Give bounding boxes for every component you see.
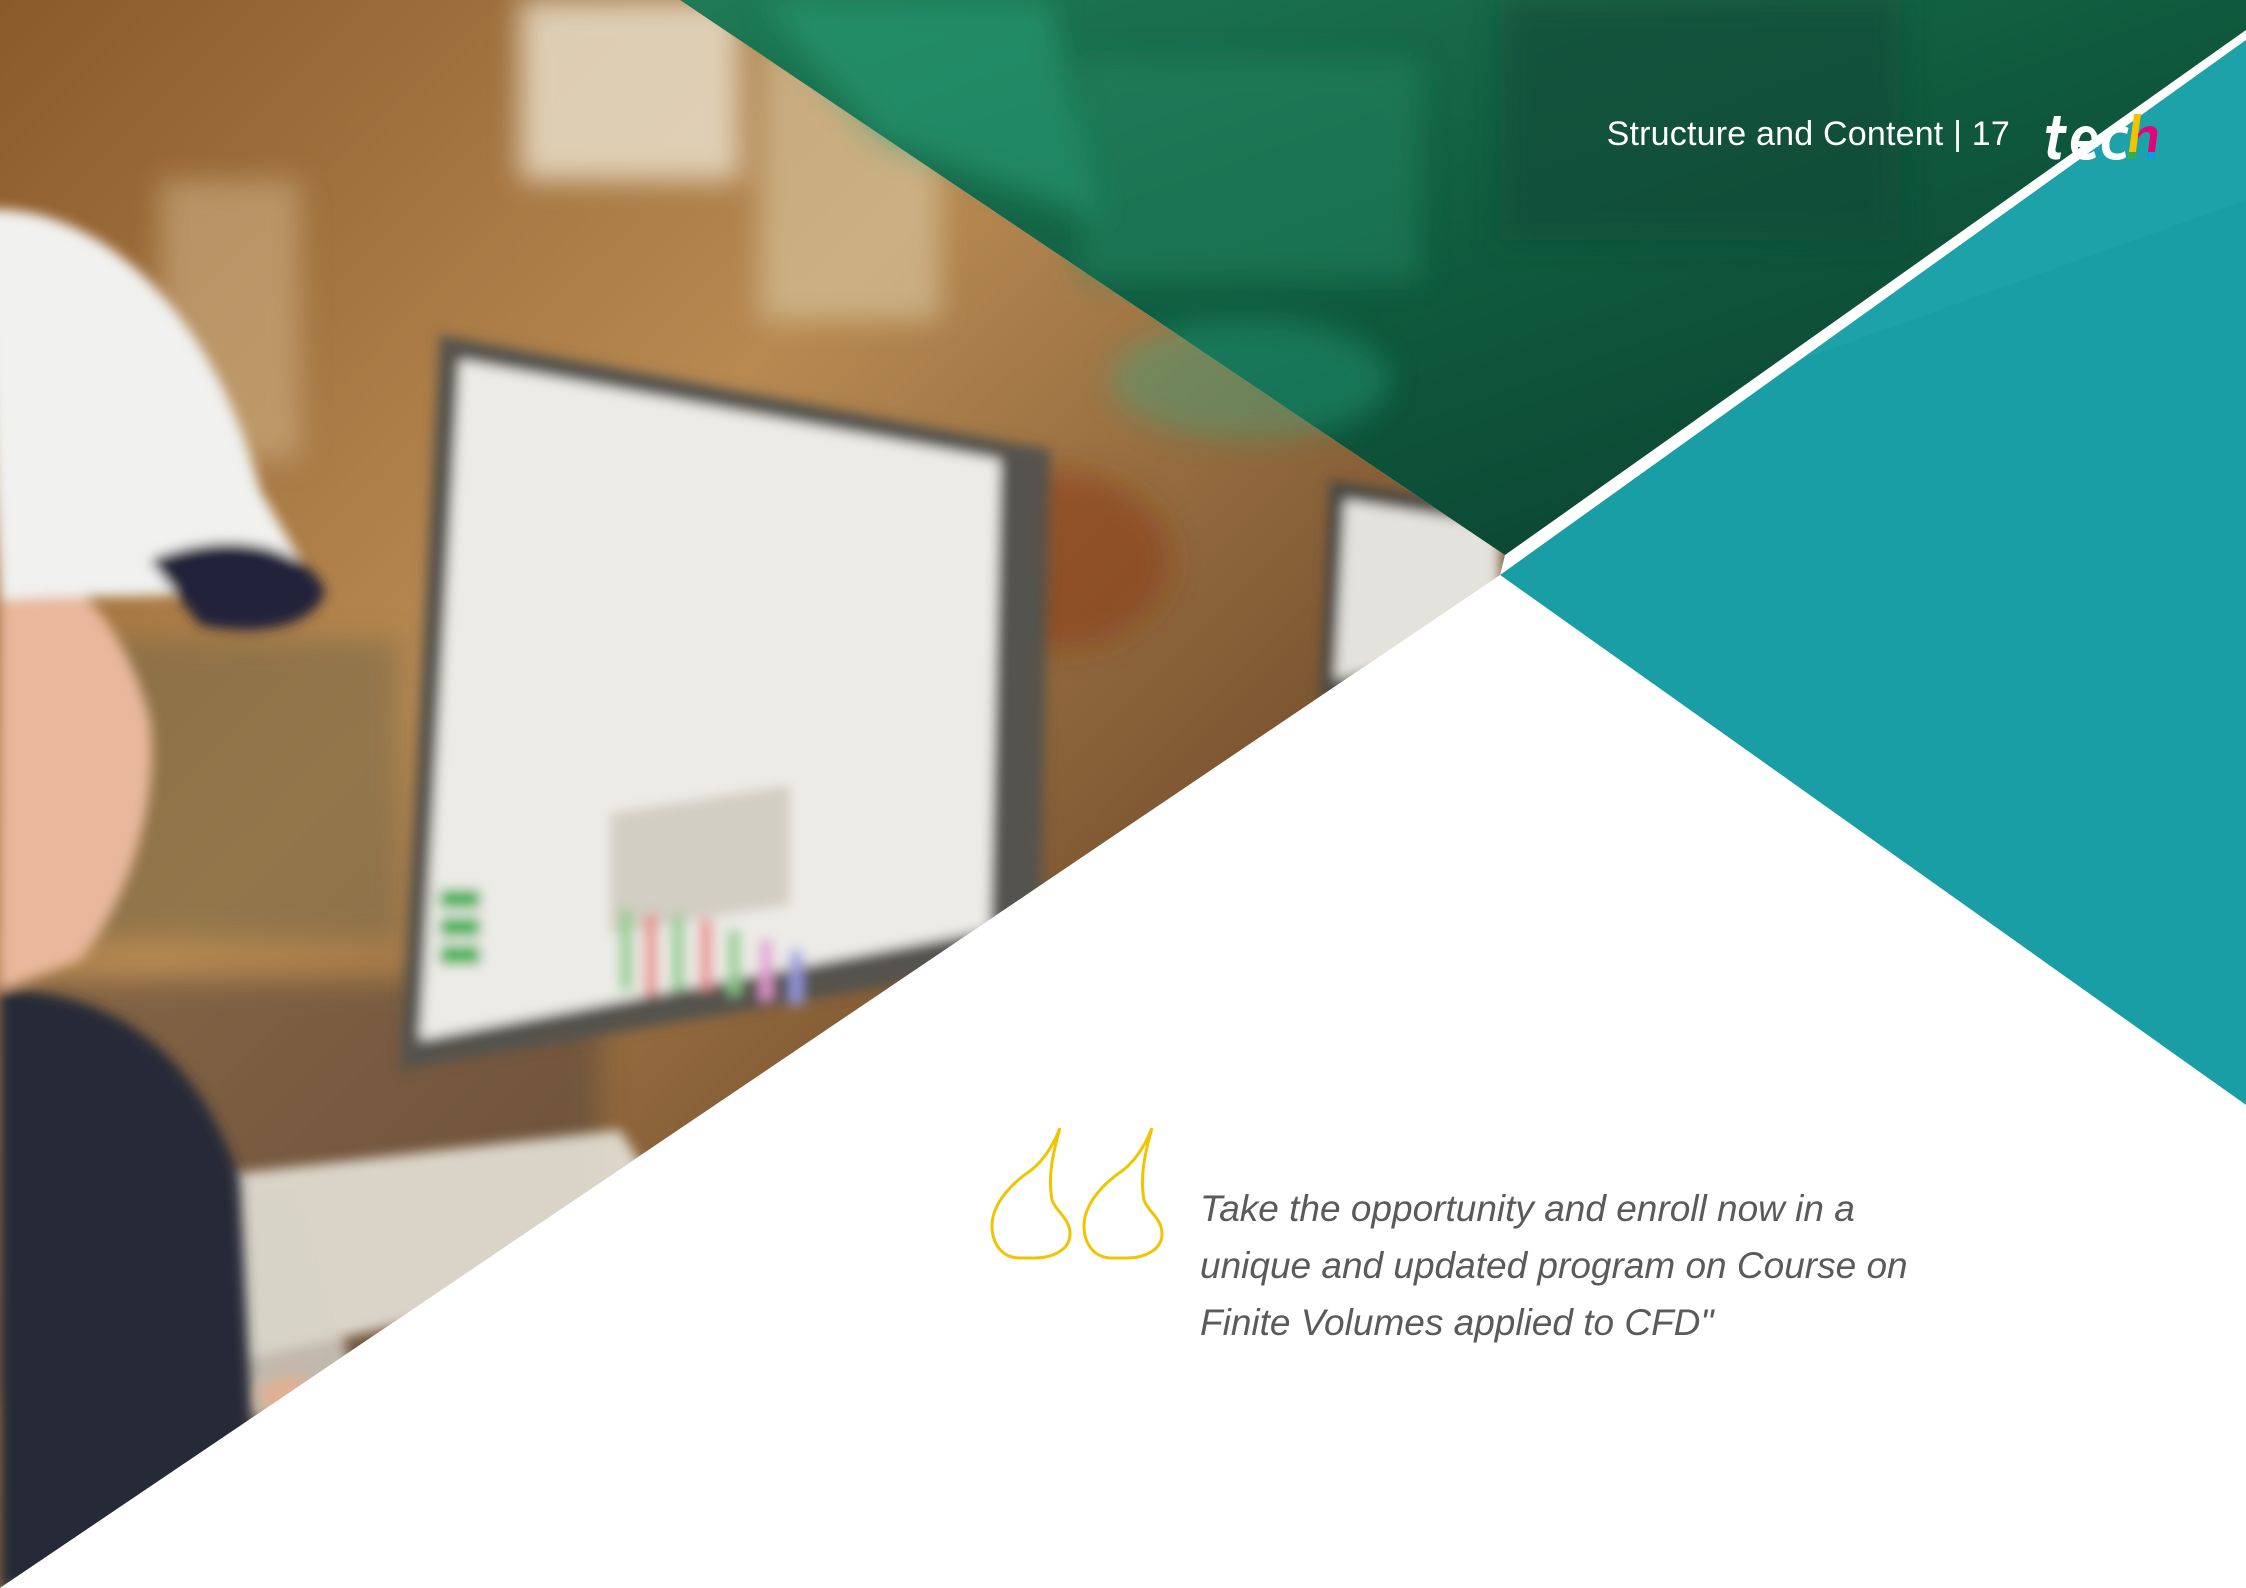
opening-quote-icon: [990, 1127, 1164, 1260]
tech-logo: [2040, 104, 2160, 164]
logo-icon: [2046, 114, 2158, 160]
section-label: Structure and Content | 17: [1606, 114, 2010, 153]
page: Structure and Content | 17 Take the oppo…: [0, 0, 2246, 1588]
page-header: Structure and Content | 17: [1560, 104, 2160, 164]
quote-text: Take the opportunity and enroll now in a…: [1200, 1188, 1908, 1343]
